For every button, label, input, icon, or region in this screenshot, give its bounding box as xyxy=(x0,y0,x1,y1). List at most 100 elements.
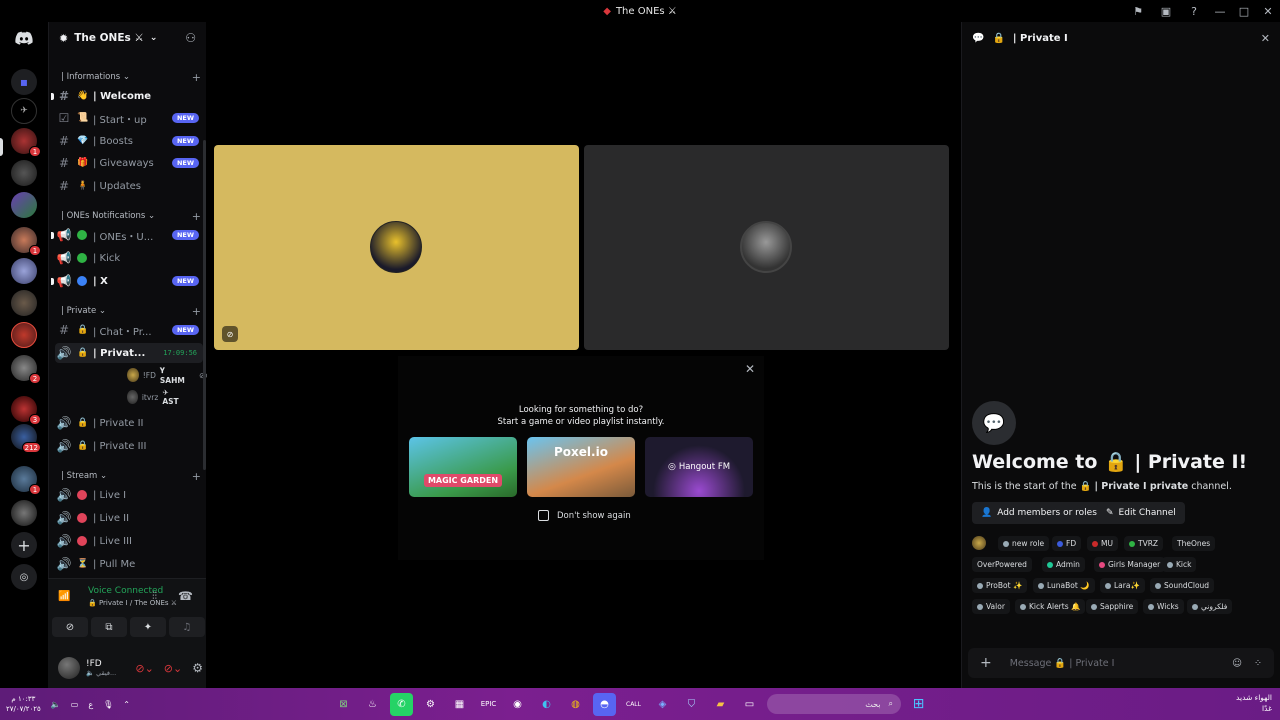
create-channel-icon[interactable]: + xyxy=(192,305,201,318)
role-chip[interactable]: Wicks xyxy=(1143,599,1184,614)
server-icon-the-ones[interactable]: 1 xyxy=(11,128,41,157)
category-ones-notifications[interactable]: | ONEs Notifications ⌄ + xyxy=(61,209,201,223)
server-icon-dm-folder[interactable]: ▪ xyxy=(11,69,37,95)
server-icon-4[interactable] xyxy=(11,160,37,186)
channel-chat-pr[interactable]: # 🔒 | Chat・Pr... NEW xyxy=(55,320,203,340)
role-chip[interactable]: فلكروني xyxy=(1187,599,1233,614)
edit-channel-button[interactable]: ✎ Edit Channel xyxy=(1097,502,1185,524)
role-chip[interactable]: Valor xyxy=(972,599,1010,614)
app-icon[interactable]: ◈ xyxy=(651,693,674,716)
role-chip[interactable]: Kick xyxy=(1162,557,1197,572)
participant-tile[interactable] xyxy=(584,145,949,350)
role-chip[interactable]: Sapphire xyxy=(1086,599,1139,614)
channel-live-ii[interactable]: 🔊 | Live II xyxy=(55,508,203,528)
role-chip[interactable]: TVRZ xyxy=(1124,536,1164,551)
category-informations[interactable]: | Informations ⌄ + xyxy=(61,70,201,84)
server-icon-10[interactable]: 2 xyxy=(11,355,41,384)
settings-app-icon[interactable]: ⚙ xyxy=(419,693,442,716)
channel-private-ii[interactable]: 🔊 🔒 | Private II xyxy=(55,413,203,433)
channel-ones-u[interactable]: 📢 | ONEs・U... NEW xyxy=(51,225,203,245)
epic-games-app-icon[interactable]: EPIC xyxy=(477,693,500,716)
channel-boosts[interactable]: # 💎 | Boosts NEW xyxy=(55,131,203,151)
server-icon-13[interactable]: 1 xyxy=(11,466,41,495)
role-chip[interactable]: Admin xyxy=(1042,557,1085,572)
role-chip[interactable]: FD xyxy=(1052,536,1082,551)
activity-card-poxel[interactable]: Poxel.io xyxy=(527,437,635,497)
role-chip[interactable]: new role xyxy=(998,536,1050,551)
role-chip[interactable]: MU xyxy=(1087,536,1118,551)
minimize-button[interactable]: — xyxy=(1208,0,1232,22)
role-chip[interactable]: OverPowered xyxy=(972,557,1032,572)
disconnect-icon[interactable]: ☎ xyxy=(178,589,193,603)
channel-live-i[interactable]: 🔊 | Live I xyxy=(55,485,203,505)
checkbox[interactable] xyxy=(538,510,549,521)
add-attachment-icon[interactable]: + xyxy=(980,655,992,671)
apps-icon[interactable]: ⁘ xyxy=(1254,658,1262,669)
discord-app-icon[interactable]: ◓ xyxy=(593,692,616,716)
noise-suppression-icon[interactable]: ⫶⫶ xyxy=(152,591,157,602)
role-chip[interactable]: TheOnes xyxy=(1172,536,1216,551)
server-icon-11[interactable]: 3 xyxy=(11,396,41,425)
help-icon[interactable]: ? xyxy=(1180,0,1208,22)
activity-button[interactable]: ✦ xyxy=(130,617,166,637)
chrome-app-icon[interactable]: ◍ xyxy=(564,693,587,716)
add-server-icon[interactable]: + xyxy=(11,532,37,558)
discover-icon[interactable]: ◎ xyxy=(11,564,37,590)
windows-start-icon[interactable]: ⊞ xyxy=(907,693,930,716)
channel-updates[interactable]: # 🧍 | Updates xyxy=(55,176,203,196)
channel-x[interactable]: 📢 | X NEW xyxy=(51,271,203,291)
message-input[interactable]: + Message 🔒 | Private I ☺ ⁘ xyxy=(968,648,1274,678)
microphone-icon[interactable]: 🎙 xyxy=(103,700,113,709)
discord-home-icon[interactable] xyxy=(8,28,40,48)
activity-card-hangout-fm[interactable]: ◎ Hangout FM xyxy=(645,437,753,497)
gear-icon[interactable]: ⚙ xyxy=(192,661,203,675)
maximize-button[interactable]: □ xyxy=(1232,0,1256,22)
edge-app-icon[interactable]: ◐ xyxy=(535,693,558,716)
voice-channel-link[interactable]: 🔒 Private I / The ONEs ⚔ xyxy=(88,599,177,607)
close-icon[interactable]: ✕ xyxy=(742,362,758,378)
user-panel[interactable]: !FD 🔈 فيقي... ⊘⌄ ⊘⌄ ⚙ xyxy=(58,653,203,683)
create-channel-icon[interactable]: + xyxy=(192,210,201,223)
role-chip[interactable]: ProBot ✨ xyxy=(972,578,1028,593)
emoji-icon[interactable]: ☺ xyxy=(1232,658,1242,669)
chevron-up-icon[interactable]: ⌃ xyxy=(123,700,130,709)
server-icon-14[interactable] xyxy=(11,500,37,526)
deafen-icon[interactable]: ⊘⌄ xyxy=(164,662,182,675)
channel-kick[interactable]: 📢 | Kick xyxy=(55,248,203,268)
close-window-button[interactable]: ✕ xyxy=(1256,0,1280,22)
call-of-duty-app-icon[interactable]: CALL xyxy=(622,693,645,716)
category-stream[interactable]: | Stream ⌄ + xyxy=(61,469,201,483)
channel-giveaways[interactable]: # 🎁 | Giveaways NEW xyxy=(55,153,203,173)
close-chat-icon[interactable]: ✕ xyxy=(1261,32,1270,45)
activity-card-magic-garden[interactable]: MAGIC GARDEN xyxy=(409,437,517,497)
channel-welcome[interactable]: # 👋 | Welcome xyxy=(51,86,203,106)
weather-widget[interactable]: الهواء شديد غدًا xyxy=(1236,692,1272,714)
screen-share-button[interactable]: ⧉ xyxy=(91,617,127,637)
server-icon-8[interactable] xyxy=(11,290,37,316)
whatsapp-app-icon[interactable]: ✆ xyxy=(390,692,413,716)
channel-private-iii[interactable]: 🔊 🔒 | Private III xyxy=(55,436,203,456)
xbox-app-icon[interactable]: ⊠ xyxy=(332,693,355,716)
participant-tile[interactable]: ⊘ xyxy=(214,145,579,350)
category-private[interactable]: | Private ⌄ + xyxy=(61,304,201,318)
shield-app-icon[interactable]: ⛉ xyxy=(680,693,703,716)
role-chip[interactable]: LunaBot 🌙 xyxy=(1033,578,1095,593)
role-chip[interactable]: Kick Alerts 🔔 xyxy=(1015,599,1086,614)
server-icon-6[interactable]: 1 xyxy=(11,227,41,256)
network-icon[interactable]: ▭ xyxy=(71,700,79,709)
taskbar-search[interactable]: بحث ⌕ xyxy=(767,694,901,714)
language-icon[interactable]: ع xyxy=(88,700,93,709)
dont-show-again-checkbox[interactable]: Don't show again xyxy=(538,510,631,521)
app-icon[interactable]: ▭ xyxy=(738,693,761,716)
mute-mic-icon[interactable]: ⊘⌄ xyxy=(135,662,153,675)
download-icon[interactable]: ▣ xyxy=(1152,0,1180,22)
server-icon-7[interactable] xyxy=(11,258,37,284)
server-header[interactable]: ✹ The ONEs ⚔ ⌄ ⚇ xyxy=(49,22,206,54)
store-app-icon[interactable]: ▦ xyxy=(448,693,471,716)
app-icon[interactable]: ◉ xyxy=(506,693,529,716)
create-channel-icon[interactable]: + xyxy=(192,71,201,84)
server-icon-12[interactable]: 212 xyxy=(11,424,41,453)
camera-off-button[interactable]: ⊘ xyxy=(52,617,88,637)
server-icon-9[interactable] xyxy=(11,322,37,348)
steam-app-icon[interactable]: ♨ xyxy=(361,693,384,716)
